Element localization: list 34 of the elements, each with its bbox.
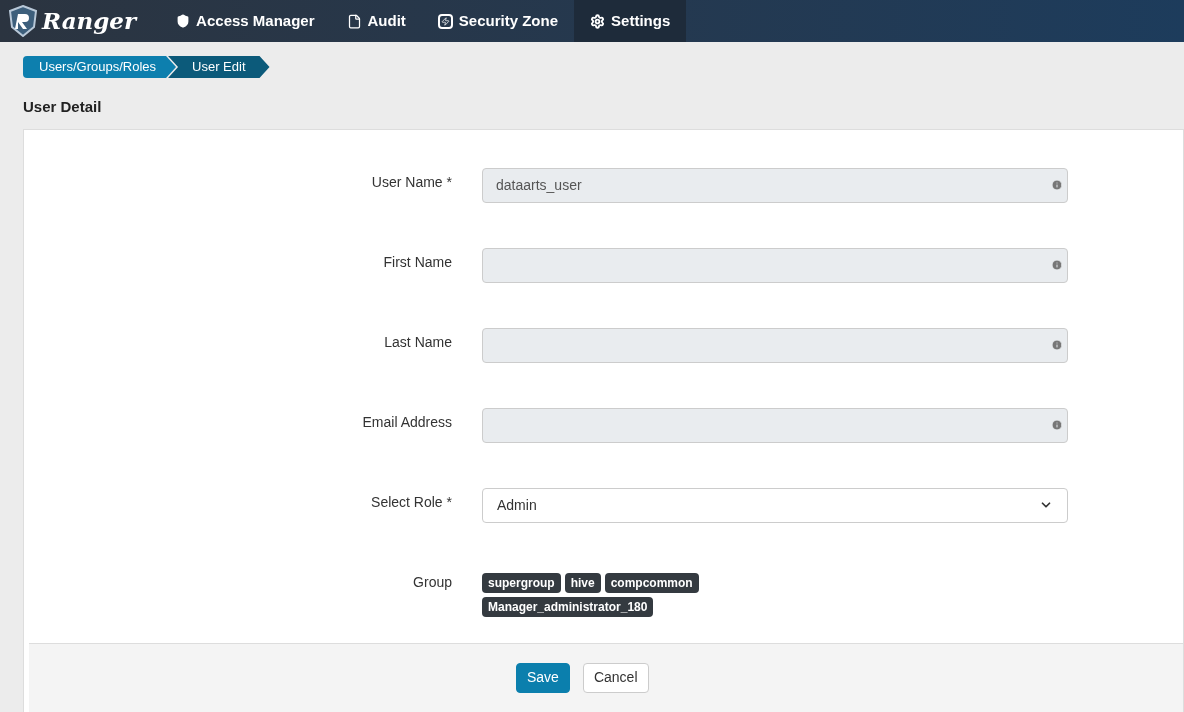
nav-tab[interactable]: Audit [330,0,422,42]
group-tag: hive [564,572,601,593]
field-label: Last Name [384,333,452,350]
info-icon [1051,179,1063,191]
text-field[interactable]: dataarts_user [482,167,1068,203]
cancel-button[interactable]: Cancel [582,662,649,693]
nav-tab[interactable]: Security Zone [421,0,575,42]
group-tag: Manager_administrator_180 [482,596,654,617]
role-select[interactable]: Admin [482,487,1068,523]
nav-tab[interactable]: Settings [574,0,687,42]
ranger-logo-icon [8,5,38,37]
text-field[interactable] [482,327,1068,363]
field-label: Email Address [362,413,452,430]
breadcrumb-link[interactable]: User Edit [168,56,270,78]
nav-tab[interactable]: Access Manager [160,0,331,42]
file-icon [346,13,362,29]
bolt-icon [437,13,453,29]
settings-icon [590,13,606,29]
breadcrumb-link[interactable]: Users/Groups/Roles [23,56,177,78]
field-label: Select Role * [371,493,452,510]
group-tag: supergroup [482,572,561,593]
text-field[interactable] [482,407,1068,443]
brand-name: Ranger [42,5,137,36]
text-field[interactable] [482,247,1068,283]
field-label: Group [413,573,452,590]
shield-icon [176,14,191,28]
info-icon [1051,259,1063,271]
field-label: User Name * [371,173,452,190]
info-icon [1051,419,1063,431]
info-icon [1051,339,1063,351]
page-title: User Detail [22,97,103,117]
field-label: First Name [383,253,452,270]
save-button[interactable]: Save [516,662,570,693]
group-tag: compcommon [604,572,699,593]
